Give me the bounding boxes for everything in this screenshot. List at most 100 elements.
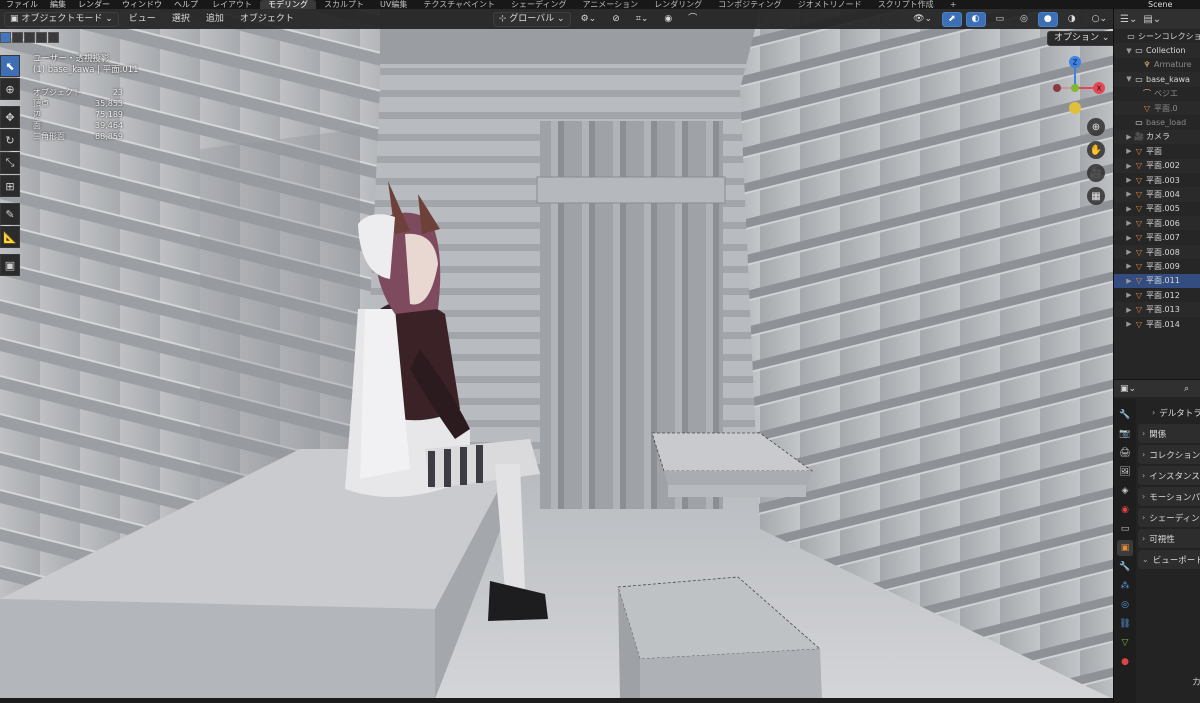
properties-section[interactable]: › 可視性 xyxy=(1138,529,1200,548)
outliner-row[interactable]: ▶ ▽ 平面.005 xyxy=(1114,202,1200,216)
expand-arrow-icon[interactable]: ▶ xyxy=(1124,234,1134,242)
data-tab-icon[interactable]: ▽ xyxy=(1117,635,1133,651)
scene-selector[interactable]: Scene xyxy=(1148,0,1172,9)
zoom-icon[interactable]: ⊕ xyxy=(1087,118,1105,136)
outliner-row[interactable]: ▶ ▽ 平面.011 xyxy=(1114,273,1200,289)
add-workspace-button[interactable]: + xyxy=(942,0,965,9)
options-dropdown[interactable]: オプション ⌄ xyxy=(1047,31,1117,46)
outliner[interactable]: ▭シーンコレクション▼▭Collection♆Armature▼▭base_ka… xyxy=(1114,29,1200,379)
outliner-row[interactable]: ▶ ▽ 平面.006 xyxy=(1114,216,1200,231)
view-layer-tab-icon[interactable]: 🖼 xyxy=(1117,464,1133,480)
add-cube-tool-icon[interactable]: ▣ xyxy=(0,254,20,276)
3d-viewport[interactable] xyxy=(0,9,1113,699)
outliner-row[interactable]: ▭ base_load xyxy=(1114,115,1200,129)
gizmo-neg-x-axis[interactable] xyxy=(1053,84,1061,92)
workspace-tab[interactable]: スクリプト作成 xyxy=(870,0,942,9)
outliner-row[interactable]: ▶ ▽ 平面.013 xyxy=(1114,302,1200,317)
expand-arrow-icon[interactable]: ▶ xyxy=(1124,147,1134,155)
workspace-tab[interactable]: コンポジティング xyxy=(710,0,790,9)
expand-arrow-icon[interactable]: ▼ xyxy=(1124,47,1134,55)
expand-arrow-icon[interactable]: ▶ xyxy=(1124,176,1134,184)
gizmo-neg-z-axis[interactable] xyxy=(1069,102,1081,114)
menu-item[interactable]: ファイル xyxy=(0,0,44,9)
workspace-tab[interactable]: シェーディング xyxy=(503,0,574,9)
menu-add[interactable]: 追加 xyxy=(200,12,230,27)
properties-search-icon[interactable]: ⌕ xyxy=(1184,384,1189,394)
outliner-row[interactable]: ▽ 平面.0 xyxy=(1114,100,1200,116)
modifier-tab-icon[interactable]: 🔧 xyxy=(1117,559,1133,575)
falloff-icon[interactable]: ⌒ xyxy=(682,12,703,27)
menu-item[interactable]: ヘルプ xyxy=(168,0,204,9)
expand-arrow-icon[interactable]: ▶ xyxy=(1124,162,1134,170)
viewport-scene-render[interactable] xyxy=(0,9,1113,699)
properties-section[interactable]: ›モーションパス xyxy=(1138,487,1200,506)
workspace-tab[interactable]: スカルプト xyxy=(316,0,372,9)
properties-section[interactable]: ›シェーディング xyxy=(1138,508,1200,527)
proportional-edit-icon[interactable]: ◉ xyxy=(658,12,678,27)
grid-perspective-icon[interactable]: ▦ xyxy=(1087,187,1105,205)
transform-orientation[interactable]: ⊹ グローバル ⌄ xyxy=(492,11,571,27)
snap-target-icon[interactable]: ⌗⌄ xyxy=(630,12,655,27)
outliner-row[interactable]: ▶ ▽ 平面.003 xyxy=(1114,173,1200,187)
camera-view-icon[interactable]: 🎥 xyxy=(1087,164,1105,182)
expand-arrow-icon[interactable]: ▼ xyxy=(1124,75,1134,83)
outliner-row[interactable]: ⌒ ベジエ xyxy=(1114,87,1200,101)
tool-tab-icon[interactable]: 🔧 xyxy=(1117,407,1133,423)
outliner-row[interactable]: ▶ ▽ 平面.012 xyxy=(1114,288,1200,302)
properties-editor-icon[interactable]: ▣⌄ xyxy=(1120,384,1136,394)
pan-hand-icon[interactable]: ✋ xyxy=(1087,141,1105,159)
properties-section[interactable]: › 関係 xyxy=(1138,424,1200,443)
expand-arrow-icon[interactable]: ▶ xyxy=(1124,190,1134,198)
output-tab-icon[interactable]: 🖨 xyxy=(1117,445,1133,461)
outliner-row[interactable]: ▼ ▭ Collection xyxy=(1114,43,1200,58)
select-extend-icon[interactable] xyxy=(12,32,23,43)
constraints-tab-icon[interactable]: ⛓ xyxy=(1117,616,1133,632)
material-tab-icon[interactable]: ● xyxy=(1117,654,1133,670)
mode-selector[interactable]: ▣ オブジェクトモード ⌄ xyxy=(4,11,119,27)
expand-arrow-icon[interactable]: ▶ xyxy=(1124,205,1134,213)
expand-arrow-icon[interactable]: ▶ xyxy=(1124,320,1134,328)
expand-arrow-icon[interactable]: ▶ xyxy=(1124,219,1134,227)
outliner-row[interactable]: ▶ ▽ 平面.002 xyxy=(1114,158,1200,173)
cursor-tool-icon[interactable]: ⊕ xyxy=(0,78,20,100)
select-box-tool-icon[interactable]: ⬉ xyxy=(0,55,20,77)
outliner-editor-icon[interactable]: ☰⌄ xyxy=(1120,14,1137,25)
xray-toggle-icon[interactable]: ▭ xyxy=(990,12,1011,27)
expand-arrow-icon[interactable]: ▶ xyxy=(1124,133,1134,141)
visibility-icon[interactable]: 👁⌄ xyxy=(907,12,938,27)
shading-solid-icon[interactable]: ● xyxy=(1037,11,1058,27)
outliner-row[interactable]: ▶ 🎥 カメラ xyxy=(1114,129,1200,145)
properties-section[interactable]: › コレクション xyxy=(1138,445,1200,464)
menu-item[interactable]: ウィンドウ xyxy=(116,0,168,9)
workspace-tab[interactable]: モデリング xyxy=(260,0,316,9)
outliner-row[interactable]: ▶ ▽ 平面.014 xyxy=(1114,317,1200,331)
select-subtract-icon[interactable] xyxy=(24,32,35,43)
menu-object[interactable]: オブジェクト xyxy=(234,12,300,27)
physics-tab-icon[interactable]: ◎ xyxy=(1117,597,1133,613)
shading-material-icon[interactable]: ◑ xyxy=(1062,12,1082,27)
menu-item[interactable]: レンダー xyxy=(72,0,116,9)
overlay-toggle-icon[interactable]: ◐ xyxy=(965,11,986,27)
workspace-tab[interactable]: テクスチャペイント xyxy=(415,0,503,9)
outliner-row[interactable]: ▶ ▽ 平面.004 xyxy=(1114,187,1200,202)
transform-tool-icon[interactable]: ⊞ xyxy=(0,175,20,197)
scale-tool-icon[interactable]: ⤡ xyxy=(0,152,20,174)
pivot-point-icon[interactable]: ⚙⌄ xyxy=(575,12,603,27)
gizmo-y-axis[interactable] xyxy=(1071,84,1079,92)
particles-tab-icon[interactable]: ⁂ xyxy=(1117,578,1133,594)
scene-tab-icon[interactable]: ◈ xyxy=(1117,483,1133,499)
workspace-tab[interactable]: UV編集 xyxy=(372,0,415,9)
menu-select[interactable]: 選択 xyxy=(166,12,196,27)
shading-wireframe-icon[interactable]: ◎ xyxy=(1014,12,1034,27)
select-new-icon[interactable] xyxy=(0,32,11,43)
outliner-row[interactable]: ▼ ▭ base_kawa xyxy=(1114,72,1200,87)
workspace-tab[interactable]: レンダリング xyxy=(646,0,710,9)
snap-icon[interactable]: ⊘ xyxy=(606,12,626,27)
render-tab-icon[interactable]: 📷 xyxy=(1117,426,1133,442)
move-tool-icon[interactable]: ✥ xyxy=(0,106,20,128)
measure-tool-icon[interactable]: 📐 xyxy=(0,226,20,248)
expand-arrow-icon[interactable]: ▶ xyxy=(1124,306,1134,314)
outliner-row[interactable]: ▶ ▽ 平面.008 xyxy=(1114,244,1200,260)
expand-arrow-icon[interactable]: ▶ xyxy=(1124,262,1134,270)
outliner-filter-icon[interactable]: ▤⌄ xyxy=(1143,14,1161,25)
